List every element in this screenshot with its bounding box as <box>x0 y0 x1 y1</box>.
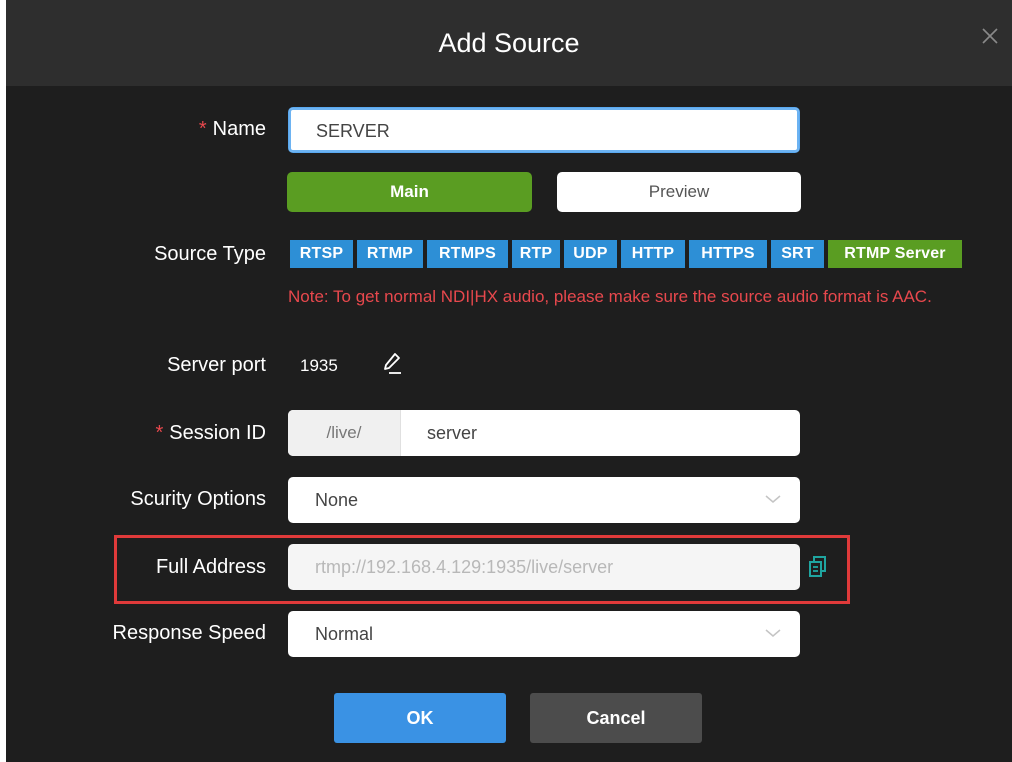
close-icon[interactable] <box>980 26 1000 46</box>
add-source-dialog: Add Source * Name SERVER Main Preview Sou… <box>6 0 1012 762</box>
response-speed-select[interactable]: Normal <box>288 611 800 657</box>
source-type-label: Source Type <box>154 243 266 265</box>
ok-button[interactable]: OK <box>334 693 506 743</box>
security-options-value: None <box>315 490 359 510</box>
source-type-rtp[interactable]: RTP <box>512 240 560 268</box>
name-input-value: SERVER <box>316 121 390 141</box>
name-label: * Name <box>198 118 266 140</box>
audio-format-note: Note: To get normal NDI|HX audio, please… <box>288 287 932 306</box>
server-port-value: 1935 <box>300 356 338 375</box>
source-type-rtmps[interactable]: RTMPS <box>427 240 508 268</box>
name-input[interactable]: SERVER <box>288 107 800 153</box>
session-id-label: * Session ID <box>155 422 266 444</box>
session-id-field[interactable]: /live/ server <box>288 410 800 456</box>
server-port-label: Server port <box>167 354 266 376</box>
cancel-button[interactable]: Cancel <box>530 693 702 743</box>
chevron-down-icon <box>765 495 781 503</box>
session-id-prefix: /live/ <box>288 410 401 456</box>
source-type-udp[interactable]: UDP <box>564 240 617 268</box>
security-options-select[interactable]: None <box>288 477 800 523</box>
dialog-title: Add Source <box>438 28 580 58</box>
security-options-label: Scurity Options <box>130 488 266 510</box>
session-id-value: server <box>427 423 478 443</box>
full-address-highlight-box <box>114 535 850 604</box>
source-type-srt[interactable]: SRT <box>771 240 824 268</box>
pencil-icon[interactable] <box>383 352 403 376</box>
source-type-rtmp[interactable]: RTMP <box>357 240 423 268</box>
required-mark: * <box>155 422 164 444</box>
chevron-down-icon <box>765 629 781 637</box>
source-type-http[interactable]: HTTP <box>621 240 685 268</box>
tab-main[interactable]: Main <box>287 172 532 212</box>
required-mark: * <box>198 118 207 140</box>
dialog-titlebar: Add Source <box>6 0 1012 86</box>
source-type-rtsp[interactable]: RTSP <box>290 240 353 268</box>
response-speed-label: Response Speed <box>112 622 266 644</box>
source-type-https[interactable]: HTTPS <box>689 240 767 268</box>
source-type-rtmp-server[interactable]: RTMP Server <box>828 240 962 268</box>
tab-preview[interactable]: Preview <box>557 172 801 212</box>
response-speed-value: Normal <box>315 624 374 644</box>
